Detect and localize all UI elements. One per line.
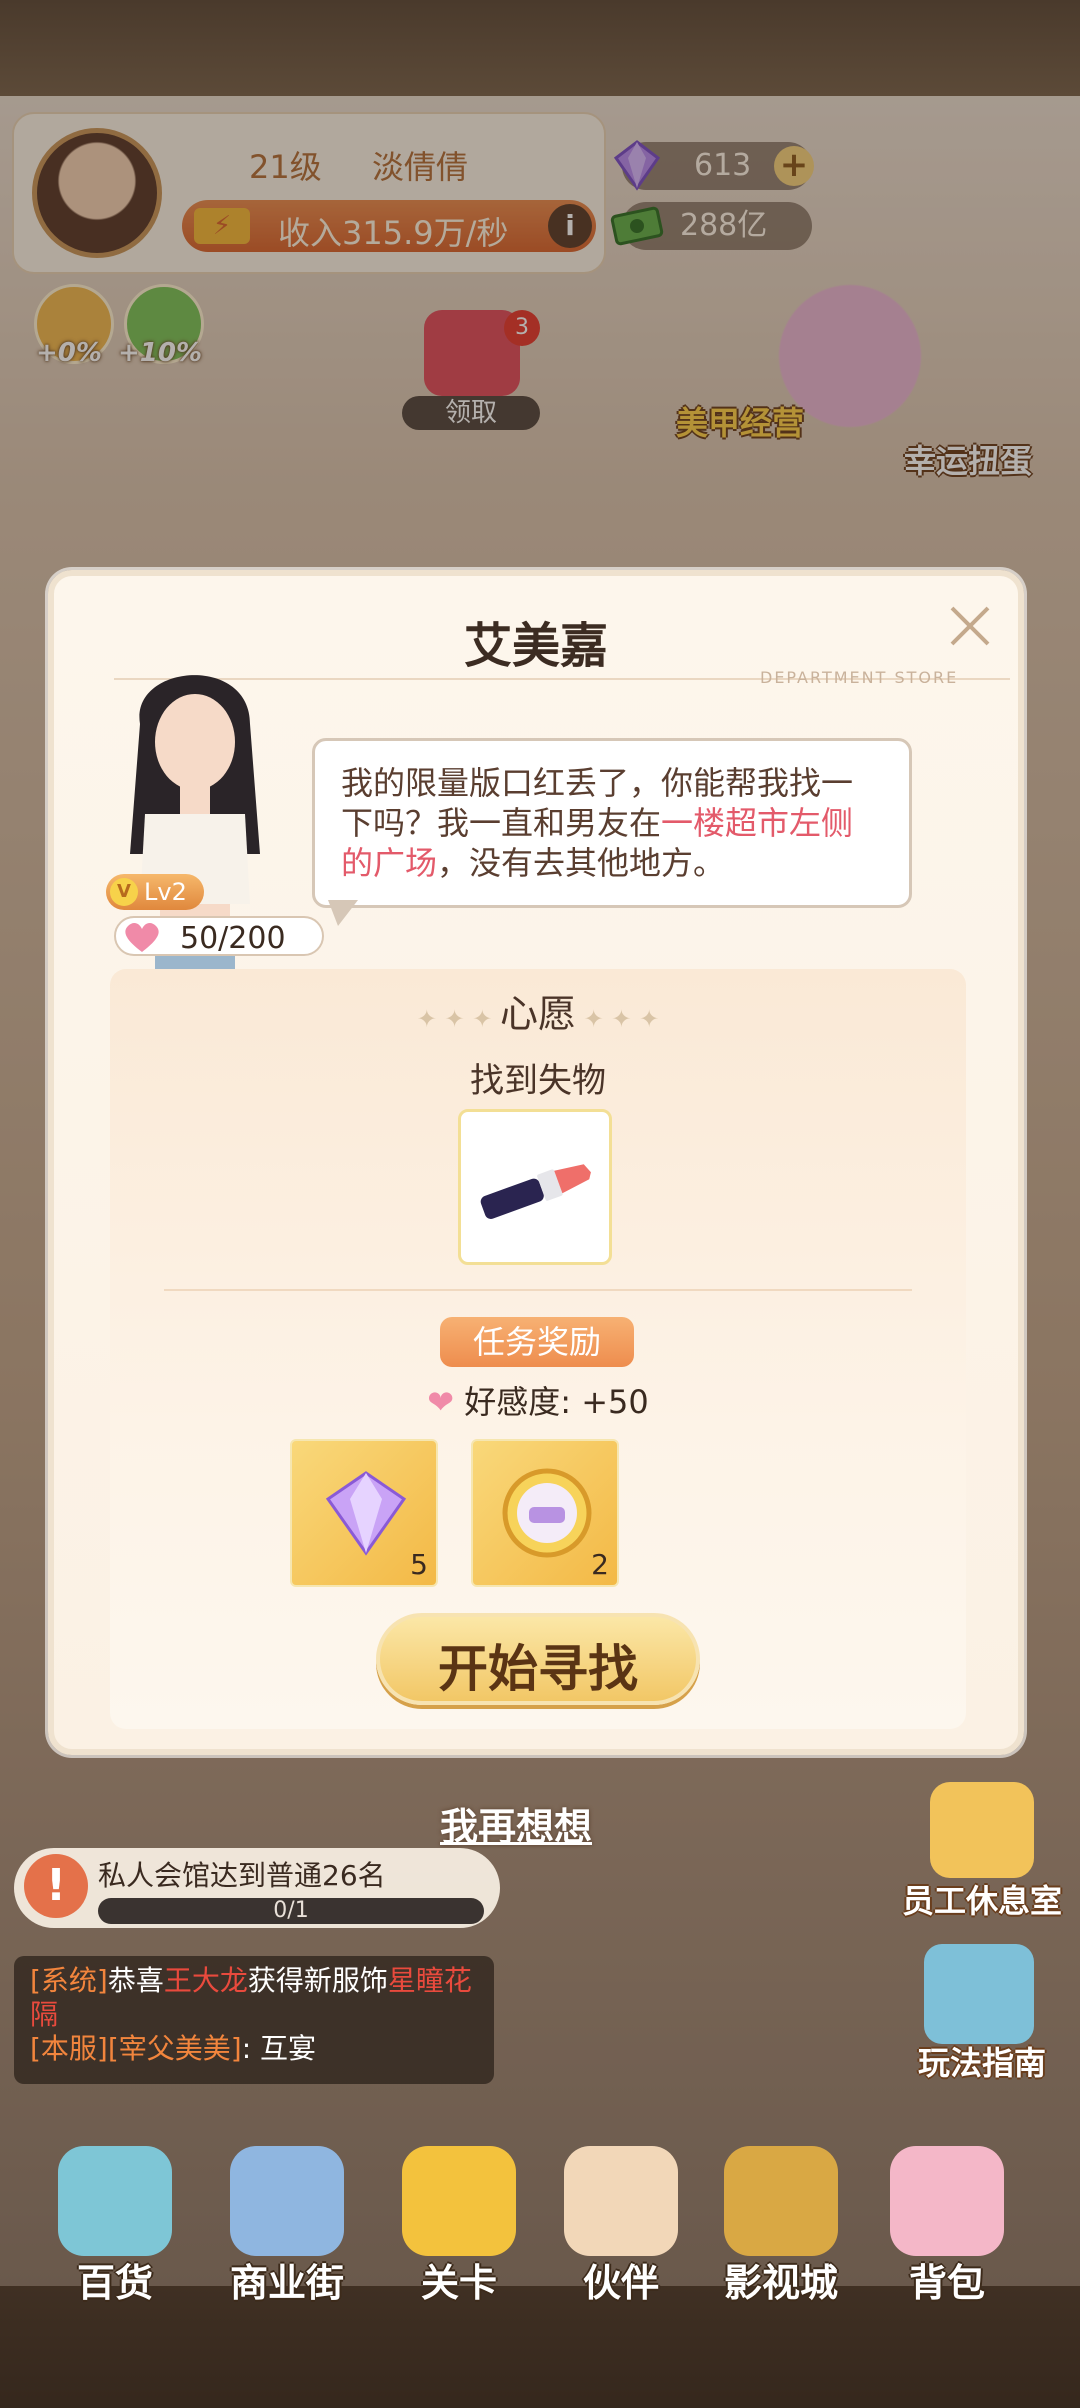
chat-text: 获得新服饰 — [247, 1964, 388, 1997]
wish-divider — [164, 1289, 912, 1291]
lipstick-icon — [480, 1164, 591, 1219]
npc-level-badge: V Lv2 — [106, 874, 204, 910]
store-label: DEPARTMENT STORE — [760, 668, 959, 687]
favor-reward-text: 好感度: +50 — [464, 1383, 649, 1421]
chat-player-name: [宰父美美] — [107, 2032, 242, 2065]
speech-tail — [328, 900, 358, 926]
lost-item-box — [458, 1109, 612, 1265]
department-store-icon — [58, 2146, 172, 2256]
affection-value: 50/200 — [180, 921, 286, 956]
nav-stages[interactable]: 关卡 — [384, 2146, 534, 2306]
nav-label: 背包 — [908, 2261, 985, 2305]
reward-count: 2 — [591, 1548, 609, 1581]
reward-card-coin[interactable]: 2 — [471, 1439, 619, 1587]
staff-lounge-label[interactable]: 员工休息室 — [902, 1876, 1062, 1922]
nav-label: 百货 — [76, 2261, 153, 2305]
quest-text: 私人会馆达到普通26名 — [98, 1859, 386, 1892]
npc-dialog: 艾美嘉 DEPARTMENT STORE V Lv2 50/200 我的限量版口… — [48, 570, 1024, 1755]
heart-icon — [125, 922, 159, 952]
heart-icon: ❤ — [427, 1383, 455, 1421]
city-buildings-icon — [230, 2146, 344, 2256]
chat-text: 恭喜 — [107, 1964, 164, 1997]
affection-bar: 50/200 — [114, 916, 324, 956]
npc-level: Lv2 — [144, 878, 187, 906]
chat-message: : 互宴 — [241, 2032, 317, 2065]
quest-progress-bar: 0/1 — [98, 1898, 484, 1924]
tablet-guide-icon[interactable] — [924, 1944, 1034, 2044]
quest-progress: 0/1 — [273, 1898, 309, 1923]
wish-task: 找到失物 — [470, 1061, 606, 1101]
wish-title: ✦ ✦ ✦ 心愿 ✦ ✦ ✦ — [110, 983, 966, 1038]
nav-commercial-street[interactable]: 商业街 — [212, 2146, 362, 2306]
reward-card-diamond[interactable]: 5 — [290, 1439, 438, 1587]
reward-tag: 任务奖励 — [440, 1317, 634, 1367]
sparkle-left-icon: ✦ ✦ ✦ — [416, 1005, 500, 1033]
speech-text-end: ，没有去其他地方。 — [437, 844, 726, 882]
nav-label: 商业街 — [229, 2261, 344, 2305]
top-status-bar — [0, 0, 1080, 96]
start-search-button[interactable]: 开始寻找 — [376, 1613, 700, 1705]
sparkle-right-icon: ✦ ✦ ✦ — [576, 1005, 660, 1033]
nav-partners[interactable]: 伙伴 — [546, 2146, 696, 2306]
nav-department-store[interactable]: 百货 — [40, 2146, 190, 2306]
diamond-icon — [325, 1471, 407, 1556]
vip-v-icon: V — [110, 878, 138, 906]
chat-line-server: [本服][宰父美美]: 互宴 — [30, 2032, 478, 2066]
nav-label: 关卡 — [420, 2261, 497, 2305]
play-guide-label[interactable]: 玩法指南 — [918, 2038, 1046, 2084]
sofa-coin-icon — [502, 1468, 592, 1558]
sofa-icon[interactable] — [930, 1782, 1034, 1878]
nav-backpack[interactable]: 背包 — [872, 2146, 1022, 2306]
think-again-link[interactable]: 我再想想 — [440, 1796, 592, 1851]
nav-label: 伙伴 — [582, 2261, 659, 2305]
chat-tag: [本服] — [30, 2032, 108, 2065]
close-icon[interactable] — [942, 598, 998, 654]
chef-portrait-icon — [564, 2146, 678, 2256]
handbag-icon — [890, 2146, 1004, 2256]
film-reel-icon — [724, 2146, 838, 2256]
chat-box[interactable]: [系统]恭喜王大龙获得新服饰星瞳花隔 [本服][宰父美美]: 互宴 — [14, 1956, 494, 2084]
reward-count: 5 — [410, 1548, 428, 1581]
nav-film-city[interactable]: 影视城 — [706, 2146, 856, 2306]
wish-title-text: 心愿 — [499, 992, 576, 1036]
chat-player-name: 王大龙 — [163, 1964, 248, 1997]
delivery-truck-icon — [402, 2146, 516, 2256]
chat-line-system: [系统]恭喜王大龙获得新服饰星瞳花隔 — [30, 1964, 478, 2032]
alert-icon: ! — [24, 1854, 88, 1918]
quest-tracker[interactable]: ! 私人会馆达到普通26名 0/1 — [14, 1848, 500, 1928]
chat-tag: [系统] — [30, 1964, 108, 1997]
favor-reward: ❤ 好感度: +50 — [110, 1377, 966, 1423]
start-search-label: 开始寻找 — [438, 1640, 638, 1698]
speech-bubble: 我的限量版口红丢了，你能帮我找一下吗？我一直和男友在一楼超市左侧的广场，没有去其… — [312, 738, 912, 908]
nav-label: 影视城 — [723, 2261, 838, 2305]
